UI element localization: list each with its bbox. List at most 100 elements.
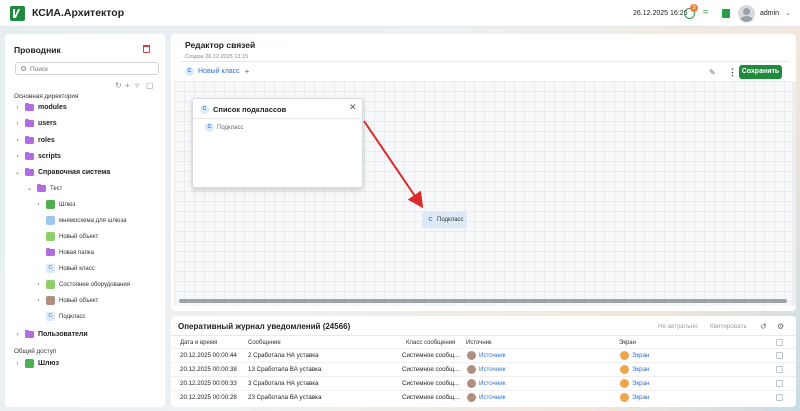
tree-item-users[interactable]: › users bbox=[14, 117, 57, 130]
tree-item-label: Новый объект bbox=[59, 297, 99, 304]
tree-item-label: roles bbox=[38, 137, 55, 144]
filter-icon[interactable]: ▿ bbox=[135, 81, 139, 90]
add-icon[interactable]: + bbox=[245, 67, 250, 76]
wifi-icon[interactable]: ≈ bbox=[703, 7, 714, 18]
tree-item-users-ru[interactable]: › Пользователи bbox=[14, 328, 88, 341]
tree-item-mnemonic[interactable]: мнемосхема для шлюза bbox=[42, 214, 126, 227]
source-icon bbox=[467, 365, 476, 374]
tree-item-roles[interactable]: › roles bbox=[14, 134, 55, 147]
folder-icon bbox=[25, 167, 34, 176]
row-checkbox[interactable] bbox=[776, 394, 783, 401]
delete-icon[interactable]: ▢ bbox=[146, 81, 154, 90]
pencil-icon[interactable]: ✎ bbox=[709, 68, 716, 77]
row-checkbox[interactable] bbox=[776, 352, 783, 359]
tree-item-new-class[interactable]: C Новый класс bbox=[42, 262, 95, 275]
cell-message: 3 Сработала НА уставка bbox=[248, 380, 319, 387]
calculator-icon[interactable] bbox=[722, 9, 730, 18]
table-row[interactable]: 20.12.2025 00:00:28 23 Сработала ВА уста… bbox=[171, 390, 796, 404]
tree-item-reference-system[interactable]: ⌄ Справочная система bbox=[14, 166, 110, 179]
add-icon[interactable]: + bbox=[125, 81, 130, 90]
search-input[interactable] bbox=[30, 64, 155, 74]
column-header: Сообщение bbox=[248, 340, 281, 346]
user-avatar[interactable] bbox=[738, 5, 755, 22]
source-icon bbox=[467, 379, 476, 388]
table-row[interactable]: 20.12.2025 00:00:33 3 Сработала НА устав… bbox=[171, 376, 796, 390]
app-logo bbox=[10, 6, 25, 21]
user-name[interactable]: admin bbox=[760, 10, 779, 17]
screen-link[interactable]: Экран bbox=[632, 380, 649, 387]
tree-item-test[interactable]: ⌄ Тест bbox=[26, 182, 62, 195]
tree-item-subclass[interactable]: C Подкласс bbox=[42, 310, 86, 323]
chevron-down-icon[interactable]: ⌄ bbox=[14, 169, 21, 176]
table-row[interactable]: 20.12.2025 00:00:44 2 Сработала НА устав… bbox=[171, 348, 796, 362]
tree-item-scripts[interactable]: › scripts bbox=[14, 150, 61, 163]
vertical-scrollbar[interactable] bbox=[792, 81, 796, 306]
cell-datetime: 20.12.2025 00:00:38 bbox=[180, 366, 237, 373]
screen-link[interactable]: Экран bbox=[632, 366, 649, 373]
chevron-right-icon[interactable]: › bbox=[35, 298, 42, 304]
chevron-right-icon[interactable]: › bbox=[14, 121, 21, 127]
gear-icon[interactable]: ⚙ bbox=[777, 322, 784, 331]
cell-datetime: 20.12.2025 00:00:28 bbox=[180, 394, 237, 401]
object-icon bbox=[46, 296, 55, 305]
folder-icon bbox=[25, 151, 34, 160]
tree-item-gateway[interactable]: › Шлюз bbox=[35, 198, 75, 211]
tree-item-label: Новый класс bbox=[59, 265, 95, 272]
source-link[interactable]: Источник bbox=[479, 394, 505, 401]
save-button[interactable]: Сохранить bbox=[739, 65, 782, 79]
screen-icon bbox=[620, 351, 629, 360]
more-icon[interactable]: ⋮ bbox=[728, 67, 737, 78]
current-datetime: 26.12.2025 16:26 bbox=[633, 10, 688, 17]
subclass-node-label: Подкласс bbox=[437, 217, 464, 223]
tree-item-new-folder[interactable]: Новая папка bbox=[42, 246, 94, 259]
refresh-icon[interactable]: ↻ bbox=[115, 81, 122, 90]
chevron-right-icon[interactable]: › bbox=[14, 154, 21, 160]
top-bar: КСИА.Архитектор 26.12.2025 16:26 3 ≈ adm… bbox=[0, 0, 800, 27]
chevron-right-icon[interactable]: › bbox=[35, 282, 42, 288]
chevron-right-icon[interactable]: › bbox=[14, 361, 21, 367]
screen-link[interactable]: Экран bbox=[632, 394, 649, 401]
class-chip[interactable]: C Новый класс + bbox=[185, 67, 249, 76]
tree-item-label: Шлюз bbox=[38, 360, 59, 367]
divider bbox=[181, 61, 789, 62]
source-icon bbox=[467, 393, 476, 402]
tree-item-label: Шлюз bbox=[59, 201, 76, 208]
section-shared-label: Общий доступ bbox=[14, 348, 57, 355]
diagram-canvas[interactable]: C Список подклассов ✕ C Подкласс C Подкл… bbox=[174, 81, 793, 306]
subclass-node[interactable]: C Подкласс bbox=[422, 212, 467, 228]
trash-icon[interactable] bbox=[143, 45, 150, 53]
row-checkbox[interactable] bbox=[776, 366, 783, 373]
search-field[interactable] bbox=[15, 62, 159, 75]
table-row[interactable]: 20.12.2025 00:00:38 13 Сработала ВА уста… bbox=[171, 362, 796, 376]
source-link[interactable]: Источник bbox=[479, 380, 505, 387]
chevron-down-icon[interactable]: ⌄ bbox=[785, 9, 791, 17]
cell-message: 13 Сработала ВА уставка bbox=[248, 366, 322, 373]
chevron-right-icon[interactable]: › bbox=[14, 138, 21, 144]
journal-title: Оперативный журнал уведомлений (24566) bbox=[178, 322, 351, 331]
tree-item-equipment-state[interactable]: › Состояние оборудования bbox=[35, 278, 130, 291]
class-chip-label[interactable]: Новый класс bbox=[198, 68, 240, 75]
chevron-right-icon[interactable]: › bbox=[35, 202, 42, 208]
horizontal-scrollbar[interactable] bbox=[179, 299, 787, 303]
chevron-right-icon[interactable]: › bbox=[14, 332, 21, 338]
tree-item-new-object[interactable]: Новый объект bbox=[42, 230, 98, 243]
source-link[interactable]: Источник bbox=[479, 352, 505, 359]
tree-item-modules[interactable]: › modules bbox=[14, 101, 67, 114]
source-link[interactable]: Источник bbox=[479, 366, 505, 373]
class-icon: C bbox=[185, 67, 194, 76]
irrelevant-button[interactable]: Не актуально bbox=[658, 323, 698, 330]
cell-class: Системное сообщ... bbox=[402, 366, 460, 373]
row-checkbox[interactable] bbox=[776, 380, 783, 387]
select-all-checkbox[interactable] bbox=[776, 339, 783, 346]
chevron-down-icon[interactable]: ⌄ bbox=[26, 185, 33, 192]
tree-item-label: modules bbox=[38, 104, 67, 111]
tree-item-shared-gateway[interactable]: › Шлюз bbox=[14, 357, 59, 370]
column-header: Экран bbox=[619, 340, 636, 346]
history-icon[interactable]: ↺ bbox=[760, 322, 767, 331]
tree-item-label: users bbox=[38, 120, 57, 127]
acknowledge-button[interactable]: Квитировать bbox=[710, 323, 747, 330]
chevron-right-icon[interactable]: › bbox=[14, 105, 21, 111]
tree-item-new-object-2[interactable]: › Новый объект bbox=[35, 294, 98, 307]
screen-link[interactable]: Экран bbox=[632, 352, 649, 359]
column-header: Дата и время bbox=[180, 340, 218, 346]
